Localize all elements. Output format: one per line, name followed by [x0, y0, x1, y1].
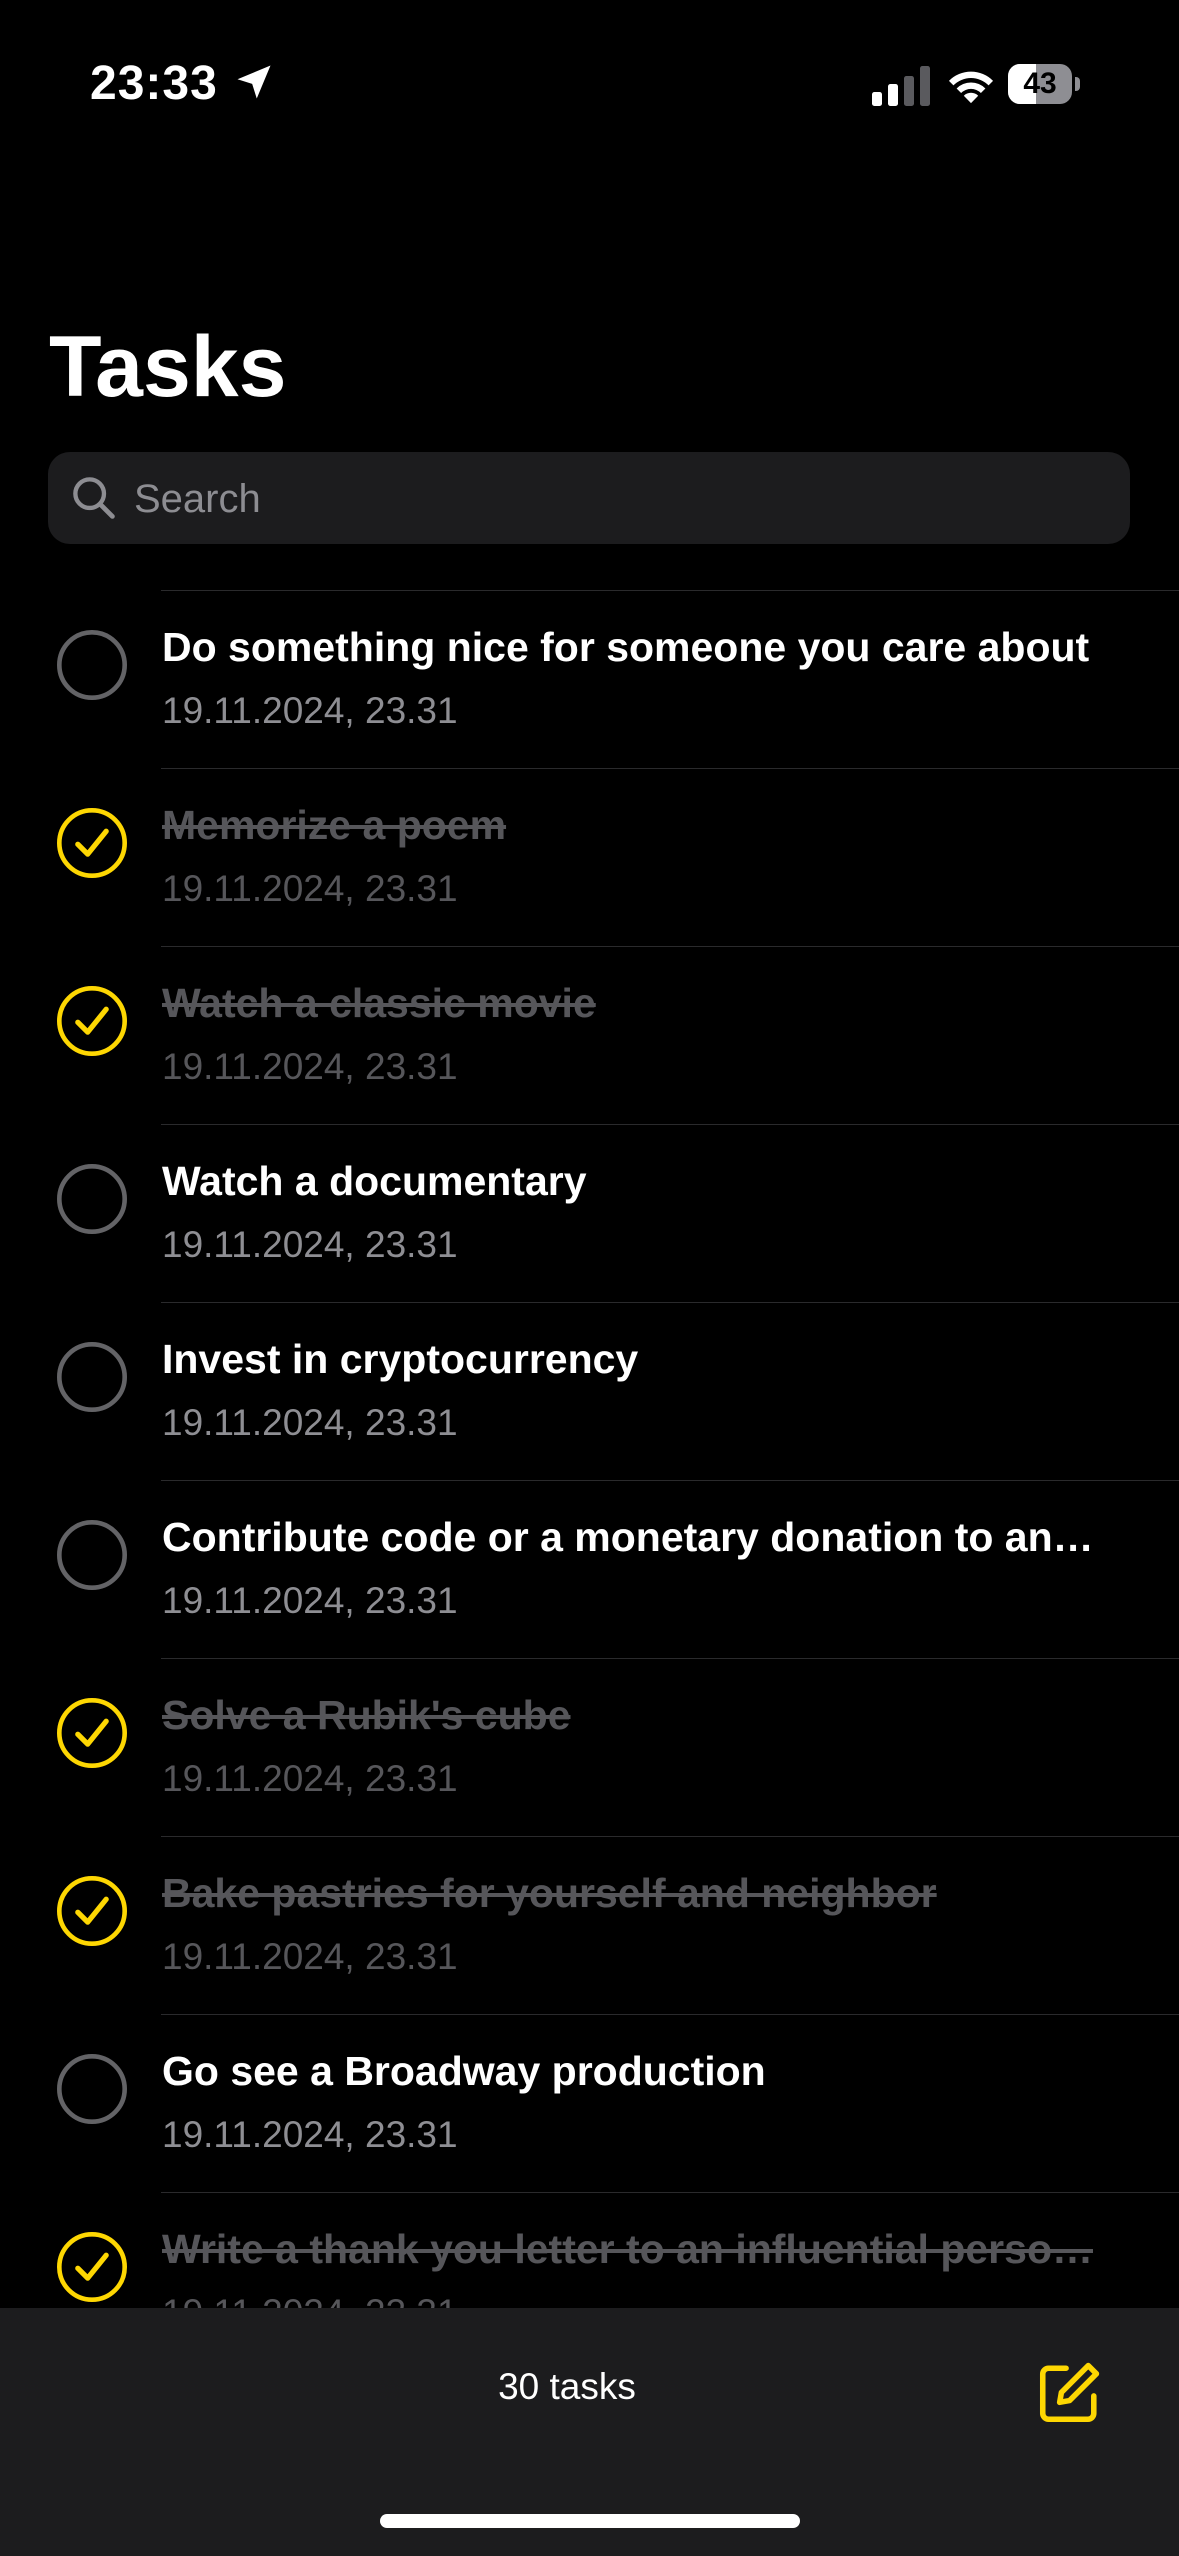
task-date: 19.11.2024, 23.31	[162, 1046, 458, 1087]
task-title: Watch a classic movie	[162, 980, 596, 1026]
circle-unchecked-icon[interactable]	[55, 628, 129, 702]
task-row[interactable]: Write a thank you letter to an influenti…	[0, 2192, 1179, 2308]
search-icon	[73, 477, 115, 519]
task-date: 19.11.2024, 23.31	[162, 1758, 458, 1799]
checkmark-circle-icon[interactable]	[55, 1696, 129, 1770]
checkmark-circle-icon[interactable]	[55, 984, 129, 1058]
row-divider	[161, 1302, 1179, 1303]
wifi-icon	[948, 71, 994, 104]
task-title: Bake pastries for yourself and neighbor	[162, 1870, 937, 1916]
row-divider	[161, 2014, 1179, 2015]
task-date: 19.11.2024, 23.31	[162, 868, 458, 909]
task-date: 19.11.2024, 23.31	[162, 690, 458, 731]
home-indicator	[380, 2514, 800, 2528]
task-count: 30 tasks	[498, 2366, 636, 2407]
task-date: 19.11.2024, 23.31	[162, 1936, 458, 1977]
task-row[interactable]: Do something nice for someone you care a…	[0, 590, 1179, 768]
task-date: 19.11.2024, 23.31	[162, 1402, 458, 1443]
row-divider	[161, 768, 1179, 769]
task-row[interactable]: Watch a documentary 19.11.2024, 23.31	[0, 1124, 1179, 1302]
task-row[interactable]: Bake pastries for yourself and neighbor 1…	[0, 1836, 1179, 2014]
task-row[interactable]: Invest in cryptocurrency 19.11.2024, 23.3…	[0, 1302, 1179, 1480]
task-title: Do something nice for someone you care a…	[162, 624, 1090, 670]
checkmark-circle-icon[interactable]	[55, 1874, 129, 1948]
task-date: 19.11.2024, 23.31	[162, 2114, 458, 2155]
task-row[interactable]: Solve a Rubik's cube 19.11.2024, 23.31	[0, 1658, 1179, 1836]
task-title: Contribute code or a monetary donation t…	[162, 1514, 1094, 1560]
row-divider	[161, 590, 1179, 591]
task-row[interactable]: Go see a Broadway production 19.11.2024, …	[0, 2014, 1179, 2192]
task-date: 19.11.2024, 23.31	[162, 2292, 458, 2308]
checkmark-circle-icon[interactable]	[55, 806, 129, 880]
row-divider	[161, 1658, 1179, 1659]
search-input[interactable]	[132, 452, 1096, 546]
row-divider	[161, 1480, 1179, 1481]
task-row[interactable]: Watch a classic movie 19.11.2024, 23.31	[0, 946, 1179, 1124]
task-title: Memorize a poem	[162, 802, 507, 848]
status-bar: 23:33 43	[0, 0, 1179, 170]
row-divider	[161, 1836, 1179, 1837]
task-title: Write a thank you letter to an influenti…	[162, 2226, 1093, 2272]
task-row[interactable]: Contribute code or a monetary donation t…	[0, 1480, 1179, 1658]
task-title: Go see a Broadway production	[162, 2048, 766, 2094]
task-title: Solve a Rubik's cube	[162, 1692, 571, 1738]
task-date: 19.11.2024, 23.31	[162, 1224, 458, 1265]
battery-indicator: 43	[1008, 64, 1080, 106]
battery-level: 43	[1023, 67, 1057, 100]
checkmark-circle-icon[interactable]	[55, 2230, 129, 2304]
search-bar[interactable]	[48, 452, 1130, 546]
task-list: Do something nice for someone you care a…	[0, 590, 1179, 2308]
location-arrow-icon	[237, 65, 271, 99]
row-divider	[161, 946, 1179, 947]
compose-icon[interactable]	[1034, 2358, 1104, 2428]
circle-unchecked-icon[interactable]	[55, 2052, 129, 2126]
circle-unchecked-icon[interactable]	[55, 1162, 129, 1236]
circle-unchecked-icon[interactable]	[55, 1518, 129, 1592]
circle-unchecked-icon[interactable]	[55, 1340, 129, 1414]
task-title: Invest in cryptocurrency	[162, 1336, 639, 1382]
task-row[interactable]: Memorize a poem 19.11.2024, 23.31	[0, 768, 1179, 946]
row-divider	[161, 2192, 1179, 2193]
task-date: 19.11.2024, 23.31	[162, 1580, 458, 1621]
status-time: 23:33	[90, 57, 218, 110]
page-title: Tasks	[49, 319, 287, 415]
cellular-signal-icon	[872, 66, 930, 106]
row-divider	[161, 1124, 1179, 1125]
task-title: Watch a documentary	[162, 1158, 587, 1204]
